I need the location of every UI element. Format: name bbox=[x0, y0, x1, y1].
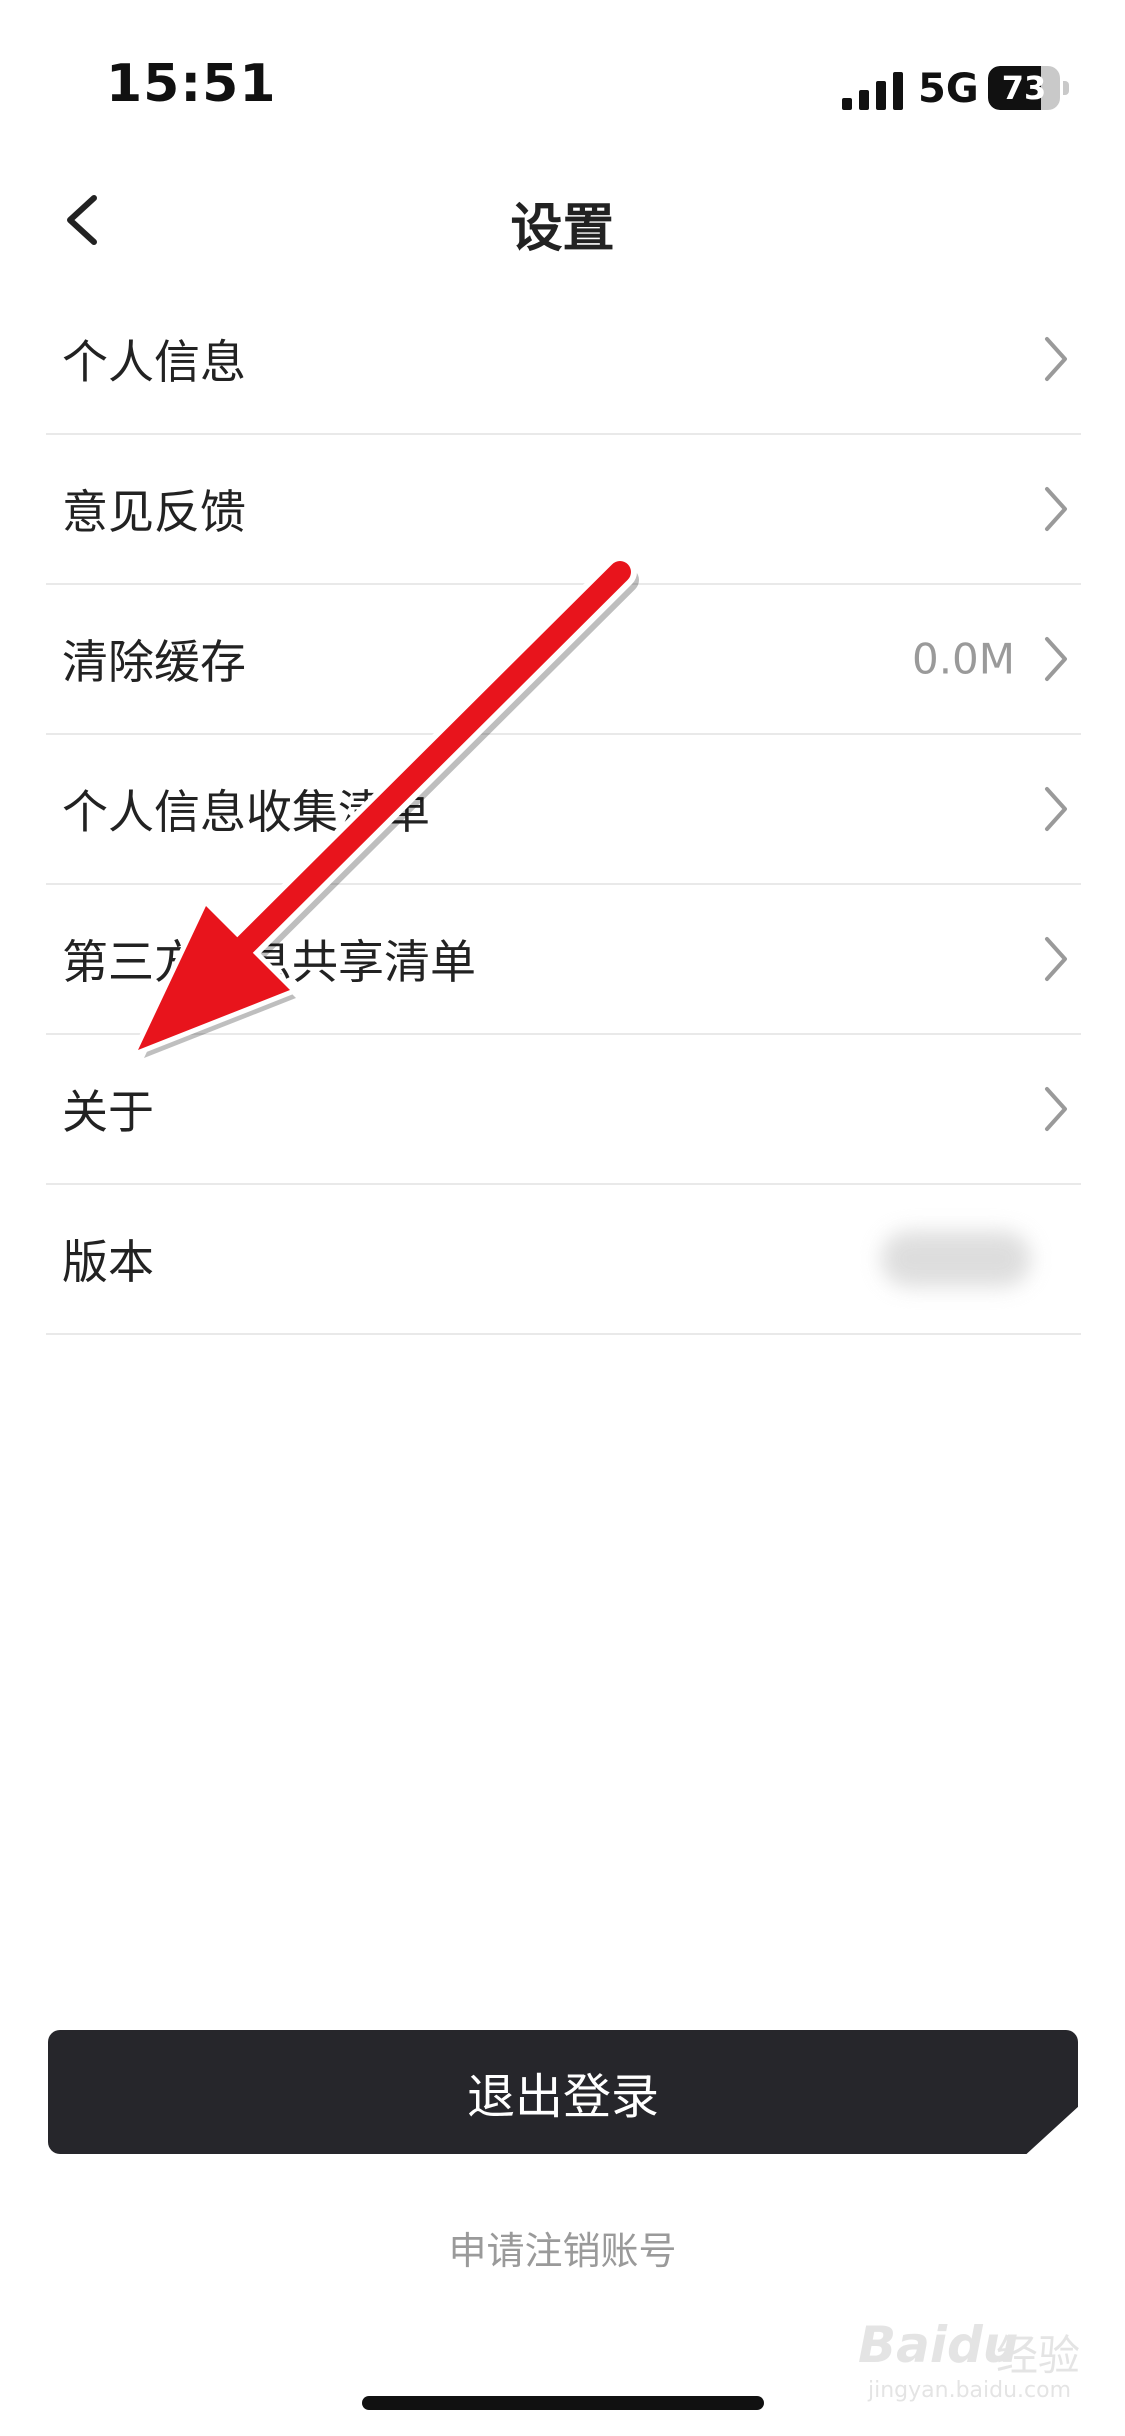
settings-item-label: 第三方信息共享清单 bbox=[62, 935, 476, 989]
settings-item-version: 版本 bbox=[46, 1185, 1081, 1335]
status-bar: 15:51 5G 73 bbox=[0, 0, 1125, 160]
chevron-right-icon bbox=[1045, 337, 1067, 381]
settings-item-label: 个人信息收集清单 bbox=[62, 785, 430, 839]
watermark-brand: Baidu bbox=[858, 2316, 1019, 2374]
chevron-right-icon bbox=[1045, 937, 1067, 981]
nav-bar: 设置 bbox=[0, 160, 1125, 280]
home-indicator bbox=[362, 2396, 764, 2410]
page-title: 设置 bbox=[510, 199, 615, 259]
settings-item-clear-cache[interactable]: 清除缓存 0.0M bbox=[46, 585, 1081, 735]
settings-item-label: 关于 bbox=[62, 1085, 154, 1139]
chevron-right-icon bbox=[1045, 787, 1067, 831]
settings-item-personal-info[interactable]: 个人信息 bbox=[46, 285, 1081, 435]
baidu-watermark: Baidu 经验 jingyan.baidu.com bbox=[858, 2316, 1088, 2406]
battery-percent: 73 bbox=[1001, 69, 1047, 107]
watermark-url: jingyan.baidu.com bbox=[868, 2378, 1072, 2403]
chevron-right-icon bbox=[1045, 637, 1067, 681]
signal-bars-icon bbox=[842, 72, 903, 110]
settings-item-label: 意见反馈 bbox=[62, 485, 246, 539]
settings-item-personal-info-list[interactable]: 个人信息收集清单 bbox=[46, 735, 1081, 885]
watermark-cn: 经验 bbox=[996, 2331, 1081, 2380]
chevron-right-icon bbox=[1045, 1087, 1067, 1131]
settings-item-about[interactable]: 关于 bbox=[46, 1035, 1081, 1185]
settings-item-feedback[interactable]: 意见反馈 bbox=[46, 435, 1081, 585]
cancel-account-link[interactable]: 申请注销账号 bbox=[0, 2220, 1125, 2275]
settings-list: 个人信息 意见反馈 清除缓存 0.0M 个人信息收集清单 第三方信息共享清单 关… bbox=[46, 285, 1081, 1335]
chevron-right-icon bbox=[1045, 487, 1067, 531]
settings-item-label: 版本 bbox=[62, 1235, 154, 1289]
logout-button[interactable]: 退出登录 bbox=[48, 2030, 1078, 2154]
battery-icon: 73 bbox=[988, 66, 1070, 110]
cache-size-value: 0.0M bbox=[911, 634, 1015, 684]
status-time: 15:51 bbox=[106, 54, 277, 114]
settings-item-label: 清除缓存 bbox=[62, 635, 246, 689]
version-value-blurred bbox=[881, 1231, 1031, 1287]
network-type: 5G bbox=[918, 66, 979, 112]
settings-item-label: 个人信息 bbox=[62, 335, 246, 389]
settings-item-third-party-sharing[interactable]: 第三方信息共享清单 bbox=[46, 885, 1081, 1035]
